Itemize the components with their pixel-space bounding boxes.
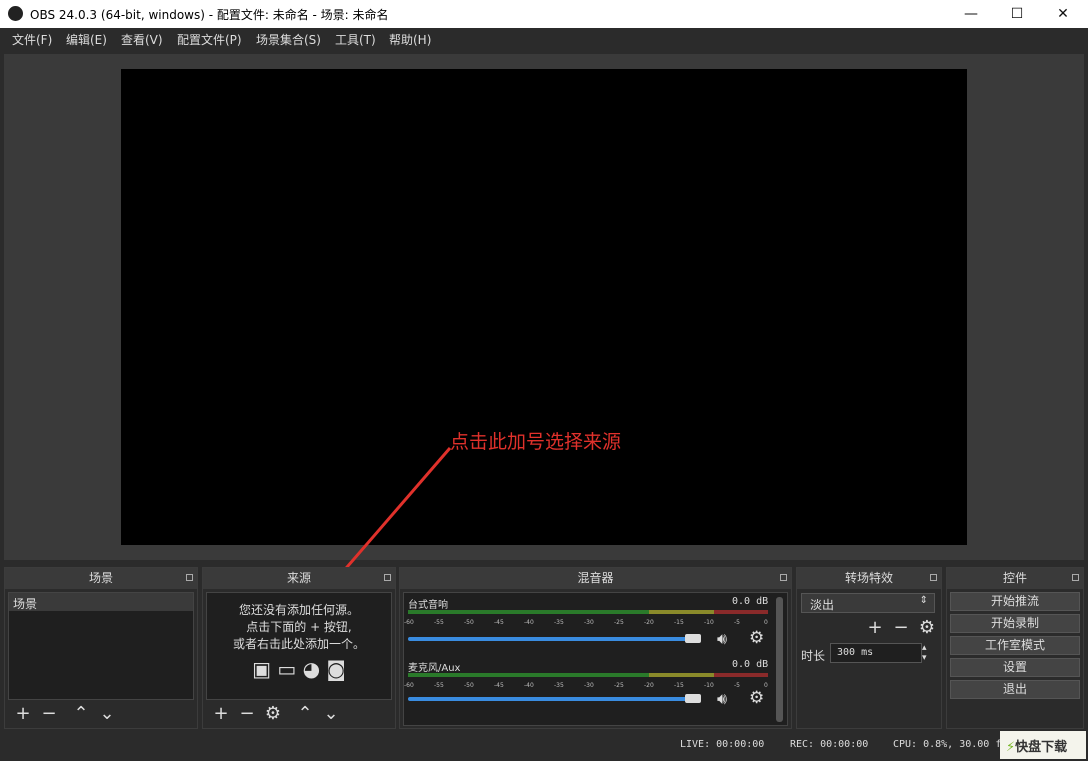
mixer-dock-title: 混音器 [400, 568, 791, 589]
meter-tick-label: -40 [524, 619, 534, 626]
meter-tick-label: -15 [674, 682, 684, 689]
meter-ticks: -60 -55 -50 -45 -40 -35 -30 -25 -20 -15 -10 -5 0 [404, 619, 768, 627]
float-icon[interactable] [1072, 574, 1079, 581]
meter-tick-label: -55 [434, 619, 444, 626]
settings-button[interactable]: 设置 [950, 658, 1080, 677]
live-status: LIVE: 00:00:00 [680, 739, 765, 750]
meter-tick-label: -50 [464, 682, 474, 689]
add-scene-button[interactable]: + [11, 702, 35, 726]
transitions-dock: 转场特效 淡出 ⇕ + − ⚙ 时长 300 ms ▴ ▾ [796, 567, 942, 729]
duration-input[interactable]: 300 ms [830, 643, 922, 663]
add-source-button[interactable]: + [209, 702, 233, 726]
remove-transition-button[interactable]: − [889, 616, 913, 640]
transition-select[interactable]: 淡出 ⇕ [801, 593, 935, 613]
meter-tick-label: -35 [554, 619, 564, 626]
watermark-text: 快盘下载 [1015, 740, 1068, 755]
remove-scene-button[interactable]: − [37, 702, 61, 726]
studio-mode-button[interactable]: 工作室模式 [950, 636, 1080, 655]
annotation-text: 点击此加号选择来源 [450, 431, 622, 453]
start-streaming-button[interactable]: 开始推流 [950, 592, 1080, 611]
meter-tick-label: -20 [644, 682, 654, 689]
status-bar: LIVE: 00:00:00 REC: 00:00:00 CPU: 0.8%, … [0, 732, 1088, 761]
meter-tick-label: -30 [584, 619, 594, 626]
scene-item[interactable]: 场景 [9, 593, 193, 611]
remove-source-button[interactable]: − [235, 702, 259, 726]
volume-knob[interactable] [685, 694, 701, 703]
scenes-list[interactable]: 场景 [8, 592, 194, 700]
source-down-icon[interactable]: ⌄ [319, 702, 343, 726]
meter-tick-label: 0 [764, 682, 768, 689]
meter-tick-label: -5 [734, 619, 740, 626]
meter-ticks: -60 -55 -50 -45 -40 -35 -30 -25 -20 -15 -10 -5 0 [404, 682, 768, 690]
float-icon[interactable] [186, 574, 193, 581]
volume-slider[interactable] [408, 697, 693, 701]
float-icon[interactable] [780, 574, 787, 581]
image-icon: ▣ [252, 657, 272, 681]
volume-slider[interactable] [408, 637, 693, 641]
add-transition-button[interactable]: + [863, 616, 887, 640]
globe-icon: ◕ [302, 657, 321, 681]
meter-tick-label: -25 [614, 619, 624, 626]
meter-tick-label: -10 [704, 682, 714, 689]
scene-up-icon[interactable]: ⌃ [69, 702, 93, 726]
transition-gear-icon[interactable]: ⚙ [915, 616, 939, 640]
empty-text-line: 您还没有添加任何源。 [238, 603, 359, 617]
duration-label: 时长 [801, 649, 826, 663]
channel-name: 台式音响 [408, 600, 448, 611]
channel-name: 麦克风/Aux [408, 663, 461, 674]
camera-icon: ◙ [326, 657, 346, 681]
meter-tick-label: -60 [404, 619, 414, 626]
channel-gear-icon[interactable]: ⚙ [749, 628, 764, 648]
chevron-updown-icon: ⇕ [919, 595, 928, 606]
meter-tick-label: -15 [674, 619, 684, 626]
meter-tick-label: -45 [494, 619, 504, 626]
exit-button[interactable]: 退出 [950, 680, 1080, 699]
scenes-dock: 场景 场景 + − ⌃ ⌄ [4, 567, 198, 729]
level-meter [408, 610, 768, 614]
monitor-icon: ▭ [277, 657, 297, 681]
source-up-icon[interactable]: ⌃ [293, 702, 317, 726]
transition-selected: 淡出 [810, 598, 835, 612]
meter-tick-label: -45 [494, 682, 504, 689]
float-icon[interactable] [930, 574, 937, 581]
speaker-icon[interactable]: 🔊︎ [717, 629, 727, 649]
start-recording-button[interactable]: 开始录制 [950, 614, 1080, 633]
rec-status: REC: 00:00:00 [790, 739, 869, 750]
watermark-logo: ⚡快盘下载 [1000, 731, 1086, 759]
meter-tick-label: 0 [764, 619, 768, 626]
level-meter [408, 673, 768, 677]
meter-tick-label: -20 [644, 619, 654, 626]
speaker-icon[interactable]: 🔊︎ [717, 689, 727, 709]
channel-gear-icon[interactable]: ⚙ [749, 688, 764, 708]
scenes-dock-title: 场景 [5, 568, 197, 589]
volume-knob[interactable] [685, 634, 701, 643]
sources-dock: 来源 您还没有添加任何源。 点击下面的 + 按钮, 或者右击此处添加一个。 ▣ … [202, 567, 396, 729]
source-type-icons: ▣ ▭ ◕ ◙ [207, 653, 391, 681]
controls-dock-title: 控件 [947, 568, 1083, 589]
sources-dock-title: 来源 [203, 568, 395, 589]
meter-tick-label: -35 [554, 682, 564, 689]
meter-tick-label: -30 [584, 682, 594, 689]
channel-db: 0.0 dB [732, 596, 769, 607]
float-icon[interactable] [384, 574, 391, 581]
scene-down-icon[interactable]: ⌄ [95, 702, 119, 726]
meter-tick-label: -40 [524, 682, 534, 689]
channel-db: 0.0 dB [732, 659, 769, 670]
meter-tick-label: -25 [614, 682, 624, 689]
meter-tick-label: -50 [464, 619, 474, 626]
sources-list[interactable]: 您还没有添加任何源。 点击下面的 + 按钮, 或者右击此处添加一个。 ▣ ▭ ◕… [206, 592, 392, 700]
meter-tick-label: -55 [434, 682, 444, 689]
source-properties-gear-icon[interactable]: ⚙ [261, 702, 285, 726]
empty-text-line: 点击下面的 + 按钮, [246, 620, 352, 634]
empty-text-line: 或者右击此处添加一个。 [232, 637, 365, 651]
transitions-dock-title: 转场特效 [797, 568, 941, 589]
cpu-status: CPU: 0.8%, 30.00 fps [893, 739, 1014, 750]
meter-tick-label: -10 [704, 619, 714, 626]
obs-window: OBS 24.0.3 (64-bit, windows) - 配置文件: 未命名… [0, 0, 1088, 761]
mixer-scrollbar[interactable] [776, 597, 783, 722]
duration-spinner[interactable]: ▴ ▾ [922, 643, 927, 663]
meter-tick-label: -5 [734, 682, 740, 689]
meter-tick-label: -60 [404, 682, 414, 689]
